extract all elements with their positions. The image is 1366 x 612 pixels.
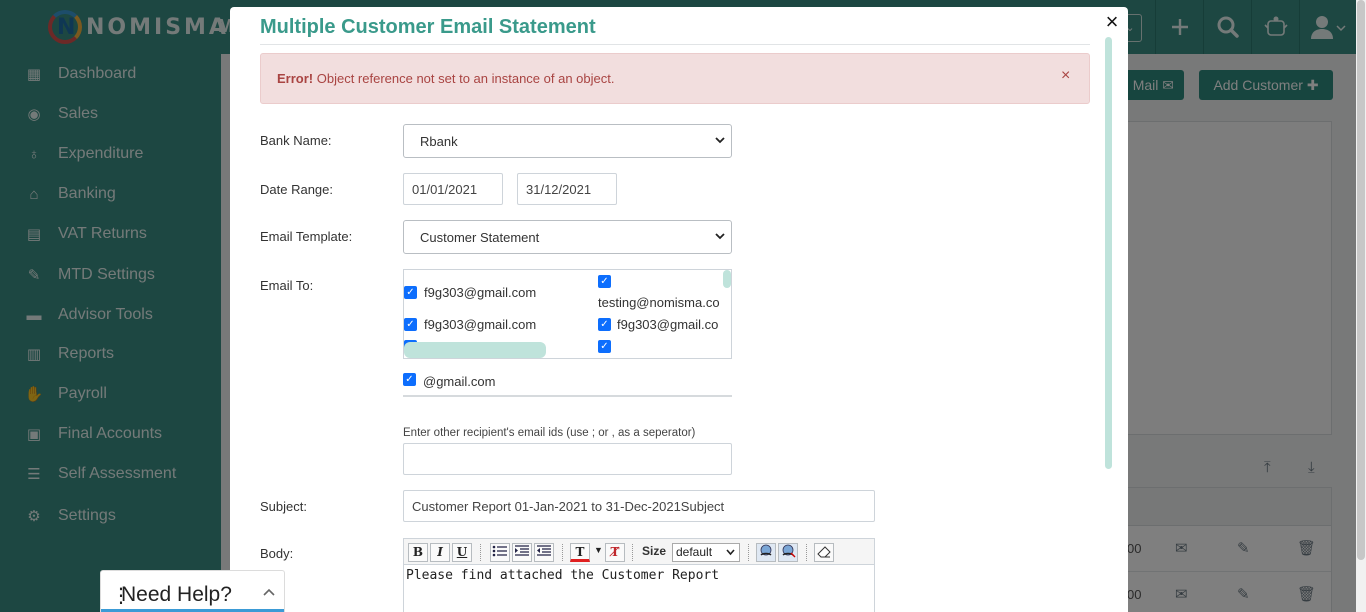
modal-scrollbar[interactable] (1105, 37, 1112, 469)
need-help-widget[interactable]: ⋮ Need Help? (100, 570, 285, 612)
modal-title: Multiple Customer Email Statement (260, 16, 596, 38)
bank-name-select[interactable]: Rbank (403, 124, 732, 158)
close-icon[interactable]: × (1102, 11, 1122, 35)
date-from-input[interactable]: 01/01/2021 (403, 173, 503, 205)
clear-format-icon[interactable]: T̸ (605, 543, 625, 562)
bank-name-label: Bank Name: (260, 133, 332, 148)
need-help-label: Need Help? (121, 583, 232, 606)
remove-link-icon[interactable] (778, 543, 798, 562)
email-option: f9g303@gmail.com (424, 317, 537, 332)
insert-link-icon[interactable] (756, 543, 776, 562)
bold-button[interactable]: B (408, 543, 428, 562)
email-to-label: Email To: (260, 278, 314, 293)
email-checkbox[interactable]: ✓ (598, 275, 611, 288)
body-editor[interactable]: Please find attached the Customer Report (403, 565, 875, 612)
email-list-scrollbar[interactable] (723, 270, 731, 288)
email-checkbox[interactable]: ✓ (403, 373, 416, 386)
email-list-divider (403, 395, 732, 397)
chevron-up-icon[interactable] (263, 583, 275, 599)
email-option: @gmail.com (423, 374, 496, 389)
email-option: testing@nomisma.co (598, 295, 720, 310)
email-statement-modal: Multiple Customer Email Statement × Erro… (230, 7, 1128, 612)
error-message: Error! Object reference not set to an in… (277, 71, 615, 86)
chevron-down-icon (715, 229, 725, 243)
bullet-list-icon[interactable] (490, 543, 510, 562)
text-color-icon[interactable]: T (570, 543, 590, 562)
error-alert: Error! Object reference not set to an in… (260, 53, 1090, 104)
email-list-hscrollbar[interactable] (404, 342, 546, 358)
other-recipients-input[interactable] (403, 443, 732, 475)
email-option: f9g303@gmail.com (424, 285, 537, 300)
indent-icon[interactable] (512, 543, 532, 562)
size-label: Size (642, 544, 667, 558)
email-option: f9g303@gmail.co (617, 317, 719, 332)
editor-toolbar: B I U T ▼ T̸ Size default (403, 538, 875, 565)
title-divider (260, 44, 1090, 45)
other-recipients-hint: Enter other recipient's email ids (use ;… (403, 427, 696, 439)
body-label: Body: (260, 546, 294, 561)
text-color-dropdown-icon[interactable]: ▼ (594, 545, 603, 555)
email-to-list[interactable]: ✓ f9g303@gmail.com ✓ testing@nomisma.co … (403, 269, 732, 359)
date-to-input[interactable]: 31/12/2021 (517, 173, 617, 205)
email-checkbox[interactable]: ✓ (404, 286, 417, 299)
page-scrollbar-thumb[interactable] (1357, 0, 1365, 560)
subject-label: Subject: (260, 499, 307, 514)
font-size-select[interactable]: default (672, 543, 740, 562)
email-checkbox[interactable]: ✓ (598, 340, 611, 353)
eraser-icon[interactable] (814, 543, 834, 562)
email-template-label: Email Template: (260, 229, 353, 244)
alert-close-icon[interactable]: × (1061, 67, 1070, 85)
email-checkbox[interactable]: ✓ (598, 318, 611, 331)
date-range-label: Date Range: (260, 182, 333, 197)
email-checkbox[interactable]: ✓ (404, 318, 417, 331)
subject-input[interactable]: Customer Report 01-Jan-2021 to 31-Dec-20… (403, 490, 875, 522)
email-template-select[interactable]: Customer Statement (403, 220, 732, 254)
chevron-down-icon (715, 133, 725, 147)
page-scrollbar[interactable] (1356, 0, 1366, 612)
italic-button[interactable]: I (430, 543, 450, 562)
underline-button[interactable]: U (452, 543, 472, 562)
outdent-icon[interactable] (534, 543, 554, 562)
